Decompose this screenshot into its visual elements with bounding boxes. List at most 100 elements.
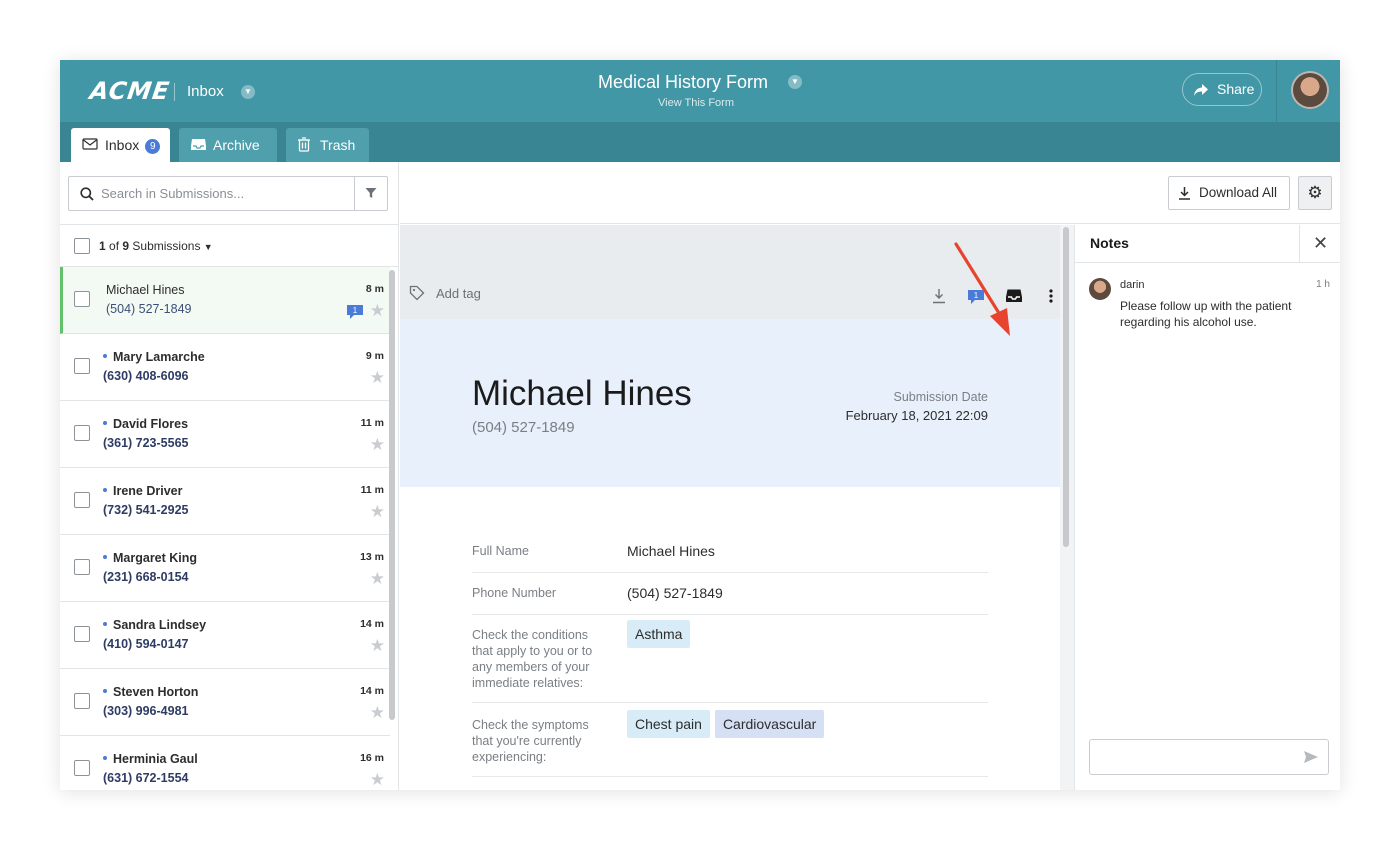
list-item[interactable]: David Flores (361) 723-5565 11 m ★ [60, 401, 390, 468]
list-scrollbar[interactable] [389, 270, 395, 720]
envelope-icon [82, 138, 98, 150]
unread-dot-icon [103, 488, 107, 492]
selection-current: 1 [99, 239, 106, 253]
row-checkbox[interactable] [74, 425, 90, 441]
submission-name-text: Mary Lamarche [113, 350, 205, 364]
section-dropdown-chevron-icon[interactable]: ▼ [241, 85, 255, 99]
field-label: Check the conditions that apply to you o… [472, 628, 593, 690]
submission-phone: (504) 527-1849 [106, 302, 192, 316]
list-item[interactable]: Sandra Lindsey (410) 594-0147 14 m ★ [60, 602, 390, 669]
symptom-chip: Cardiovascular [714, 710, 825, 738]
note-author: darin [1120, 279, 1145, 291]
row-checkbox[interactable] [74, 626, 90, 642]
row-checkbox[interactable] [74, 358, 90, 374]
selection-of: of [109, 239, 120, 253]
row-checkbox[interactable] [74, 693, 90, 709]
field-label: Check the symptoms that you're currently… [472, 718, 589, 764]
submission-phone: (410) 594-0147 [103, 637, 189, 651]
tab-inbox[interactable]: Inbox 9 [71, 128, 170, 162]
tab-archive[interactable]: Archive [179, 128, 277, 162]
submission-name: Irene Driver [103, 484, 182, 498]
list-item[interactable]: Michael Hines (504) 527-1849 8 m 1 ★ [60, 267, 390, 334]
submission-header: Michael Hines (504) 527-1849 Submission … [400, 319, 1060, 487]
add-tag-input[interactable]: Add tag [436, 286, 481, 301]
form-dropdown-chevron-icon[interactable]: ▼ [788, 75, 802, 89]
selection-count-dropdown[interactable]: 1 of 9 Submissions ▼ [99, 239, 213, 253]
row-checkbox[interactable] [74, 291, 90, 307]
submission-name-text: Irene Driver [113, 484, 183, 498]
field-value: (504) 527-1849 [627, 585, 723, 601]
unread-dot-icon [103, 622, 107, 626]
list-item[interactable]: Mary Lamarche (630) 408-6096 9 m ★ [60, 334, 390, 401]
row-checkbox[interactable] [74, 559, 90, 575]
select-all-checkbox[interactable] [74, 238, 90, 254]
filter-button[interactable] [354, 177, 387, 210]
submission-phone: (303) 996-4981 [103, 704, 189, 718]
unread-dot-icon [103, 354, 107, 358]
archive-tray-icon [191, 139, 206, 150]
star-icon[interactable]: ★ [370, 569, 385, 589]
list-item[interactable]: Irene Driver (732) 541-2925 11 m ★ [60, 468, 390, 535]
chevron-down-icon: ▼ [203, 242, 213, 252]
settings-gear-button[interactable]: ⚙ [1298, 176, 1332, 210]
submission-time: 16 m [360, 752, 384, 764]
tag-icon[interactable] [409, 285, 425, 301]
list-item[interactable]: Herminia Gaul (631) 672-1554 16 m ★ [60, 736, 390, 790]
star-icon[interactable]: ★ [370, 636, 385, 656]
download-submission-icon[interactable] [932, 288, 946, 304]
star-icon[interactable]: ★ [370, 435, 385, 455]
star-icon[interactable]: ★ [370, 301, 385, 321]
send-icon[interactable] [1303, 750, 1319, 764]
selection-label: Submissions [132, 239, 201, 253]
submission-phone: (631) 672-1554 [103, 771, 189, 785]
close-icon[interactable]: ✕ [1299, 225, 1340, 263]
tab-inbox-label: Inbox [105, 137, 140, 153]
submission-time: 8 m [365, 283, 384, 295]
notes-panel: Notes ✕ darin 1 h Please follow up with … [1074, 225, 1340, 790]
submission-phone: (231) 668-0154 [103, 570, 189, 584]
user-avatar[interactable] [1291, 71, 1329, 109]
submission-title-phone: (504) 527-1849 [472, 419, 575, 436]
submission-name: David Flores [103, 417, 188, 431]
star-icon[interactable]: ★ [370, 703, 385, 723]
section-title[interactable]: Inbox [187, 83, 224, 100]
submission-name-text: Herminia Gaul [113, 752, 198, 766]
submission-name: Steven Horton [103, 685, 198, 699]
submission-time: 9 m [365, 350, 384, 362]
submission-phone: (732) 541-2925 [103, 503, 189, 517]
inbox-count-badge: 9 [145, 139, 161, 154]
condition-chip: Asthma [627, 620, 691, 648]
list-item[interactable]: Steven Horton (303) 996-4981 14 m ★ [60, 669, 390, 736]
star-icon[interactable]: ★ [370, 502, 385, 522]
share-button[interactable]: Share [1182, 73, 1262, 106]
form-title[interactable]: Medical History Form [598, 72, 768, 93]
viewer-scrollbar[interactable] [1063, 227, 1069, 547]
acme-logo[interactable]: ACME [88, 77, 172, 105]
search-icon [80, 187, 94, 201]
submission-time: 13 m [360, 551, 384, 563]
list-item[interactable]: Margaret King (231) 668-0154 13 m ★ [60, 535, 390, 602]
star-icon[interactable]: ★ [370, 770, 385, 790]
download-all-button[interactable]: Download All [1168, 176, 1290, 210]
submission-name-text: Sandra Lindsey [113, 618, 207, 632]
more-options-icon[interactable] [1049, 288, 1053, 304]
row-checkbox[interactable] [74, 760, 90, 776]
field-row-symptoms: Check the symptoms that you're currently… [472, 710, 988, 777]
note-author-avatar [1089, 278, 1111, 300]
note-input[interactable] [1089, 739, 1329, 775]
view-form-link[interactable]: View This Form [658, 97, 734, 109]
download-all-label: Download All [1199, 185, 1278, 200]
submission-name: Sandra Lindsey [103, 618, 206, 632]
star-icon[interactable]: ★ [370, 368, 385, 388]
field-row-phone: Phone Number (504) 527-1849 [472, 585, 988, 615]
row-checkbox[interactable] [74, 492, 90, 508]
share-arrow-icon [1194, 84, 1208, 96]
notes-header: Notes ✕ [1075, 225, 1340, 263]
comment-count-icon[interactable]: 1 [346, 304, 364, 320]
field-label: Phone Number [472, 586, 557, 600]
submission-time: 14 m [360, 618, 384, 630]
submission-name: Margaret King [103, 551, 197, 565]
search-input[interactable] [101, 177, 351, 210]
submission-phone: (630) 408-6096 [103, 369, 189, 383]
tab-trash[interactable]: Trash [286, 128, 369, 162]
